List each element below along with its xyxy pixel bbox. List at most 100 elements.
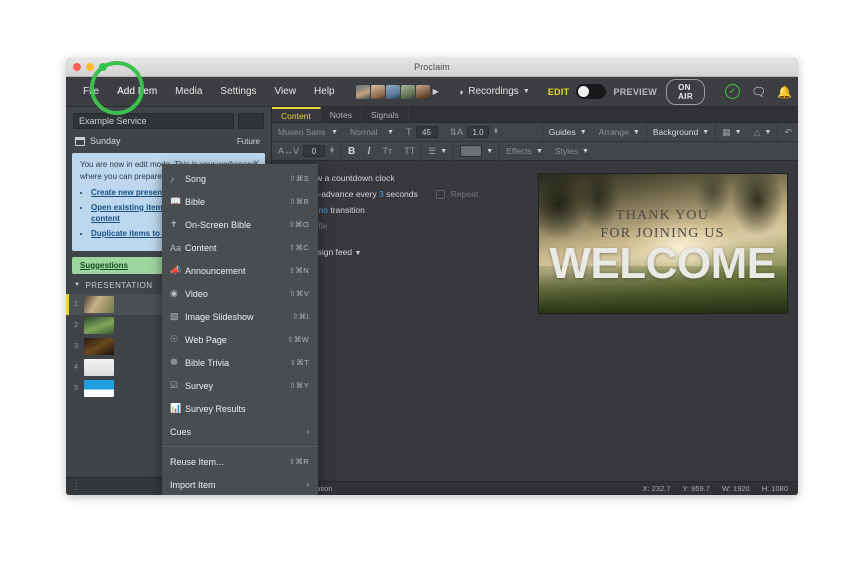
recordings-button[interactable]: ◗ Recordings ▼ xyxy=(451,83,538,100)
chevron-down-icon: ▼ xyxy=(354,250,362,257)
menu-item-cues[interactable]: Cues › xyxy=(162,420,318,443)
font-size-field[interactable]: 45 xyxy=(415,126,438,138)
bell-icon[interactable]: 🔔 xyxy=(777,86,792,98)
option-shuffle[interactable]: Shuffle xyxy=(286,221,527,231)
menubar-right-icons: ✓ 🗨 🔔 ▼ xyxy=(725,84,798,99)
small-caps-button[interactable]: Tᴛ xyxy=(377,142,399,161)
menu-media[interactable]: Media xyxy=(166,82,211,101)
background-button[interactable]: Background ▼ xyxy=(647,123,715,142)
option-countdown-clock[interactable]: ✓ Show a countdown clock xyxy=(286,173,527,183)
option-transition[interactable]: Use no transition xyxy=(286,205,527,215)
menu-file[interactable]: File xyxy=(74,82,108,101)
font-size-group[interactable]: T 45 xyxy=(400,123,444,142)
line-height-stepper[interactable]: ▲ ▼ xyxy=(493,127,499,136)
menu-item-image-slideshow[interactable]: ▧ Image Slideshow ⇧⌘I xyxy=(162,305,318,328)
menu-view[interactable]: View xyxy=(266,82,306,101)
menu-item-label: Import Item xyxy=(170,479,216,490)
menu-item-content[interactable]: Aa Content ⇧⌘C xyxy=(162,236,318,259)
menu-item-bible[interactable]: 📖 Bible ⇧⌘B xyxy=(162,190,318,213)
suggestions-label: Suggestions xyxy=(80,260,129,270)
menu-item-on-screen-bible[interactable]: ✝ On-Screen Bible ⇧⌘O xyxy=(162,213,318,236)
italic-button[interactable]: I xyxy=(361,142,376,161)
avatar[interactable] xyxy=(400,84,415,99)
menu-item-survey-results[interactable]: 📊 Survey Results xyxy=(162,397,318,420)
edit-preview-switch[interactable] xyxy=(576,84,607,99)
resize-grip-icon[interactable]: ⋮ xyxy=(72,481,81,492)
add-image-button[interactable]: △ ▼ xyxy=(748,123,778,142)
menu-item-label: Video xyxy=(185,288,208,299)
font-style-group[interactable]: Normal ▼ xyxy=(344,123,400,142)
menu-item-label: On-Screen Bible xyxy=(185,219,252,230)
menu-item-video[interactable]: ◉ Video ⇧⌘V xyxy=(162,282,318,305)
menu-item-label: Bible xyxy=(185,196,206,207)
align-button[interactable]: ☰ ▼ xyxy=(422,142,453,161)
avatar[interactable] xyxy=(370,84,385,99)
text-color-button[interactable]: ▼ xyxy=(454,142,499,161)
chevron-down-icon: ▼ xyxy=(702,128,710,136)
undo-icon: ↶ xyxy=(784,126,792,137)
menu-add-item[interactable]: Add Item xyxy=(108,82,166,101)
kerning-field[interactable]: 0 xyxy=(303,145,326,157)
menu-item-import-item[interactable]: Import Item › xyxy=(162,473,318,495)
tab-signals[interactable]: Signals xyxy=(362,107,409,122)
checkbox-repeat[interactable] xyxy=(435,189,445,199)
font-family-group[interactable]: Museo Sans ▼ xyxy=(272,123,344,142)
sidebar-secondary-field[interactable] xyxy=(238,113,264,129)
menu-item-survey[interactable]: ☑ Survey ⇧⌘Y xyxy=(162,374,318,397)
slide-thumbnail[interactable] xyxy=(84,295,114,313)
avatars-more-icon[interactable]: ▶ xyxy=(433,87,439,96)
chat-icon[interactable]: 🗨 xyxy=(751,86,766,98)
slide-thumbnail[interactable] xyxy=(84,358,114,376)
edit-preview-toggle-group[interactable]: EDIT PREVIEW xyxy=(548,84,657,99)
menu-item-announcement[interactable]: 📣 Announcement ⇧⌘N xyxy=(162,259,318,282)
kerning-stepper[interactable]: ▲ ▼ xyxy=(329,146,335,155)
send-to-sign-feed-button[interactable]: Send to sign feed ▼ xyxy=(286,247,527,257)
slide-preview[interactable]: THANK YOU FOR JOINING US WELCOME xyxy=(537,173,788,314)
undo-button[interactable]: ↶ xyxy=(778,123,798,142)
service-future-label[interactable]: Future xyxy=(237,137,264,146)
status-ok-icon[interactable]: ✓ xyxy=(725,84,741,99)
menu-item-song[interactable]: ♪ Song ⇧⌘S xyxy=(162,167,318,190)
option-auto-advance[interactable]: Auto-advance every 3 seconds Repeat xyxy=(286,189,527,199)
slide-thumbnail[interactable] xyxy=(84,379,114,397)
slide-text-block[interactable]: THANK YOU FOR JOINING US WELCOME xyxy=(539,207,787,285)
effects-button[interactable]: Effects ▼ xyxy=(500,142,549,161)
avatar[interactable] xyxy=(355,84,370,99)
menu-settings[interactable]: Settings xyxy=(211,82,265,101)
chevron-down-icon: ▼ xyxy=(74,282,81,289)
coord-h: H: 1080 xyxy=(761,484,788,493)
avatar[interactable] xyxy=(385,84,400,99)
add-text-box-button[interactable]: ▦ ▼ xyxy=(716,123,747,142)
menu-help[interactable]: Help xyxy=(305,82,344,101)
tab-content[interactable]: Content xyxy=(272,107,321,122)
menu-item-shortcut: ⇧⌘V xyxy=(289,289,309,298)
menu-item-bible-trivia[interactable]: ☸ Bible Trivia ⇧⌘T xyxy=(162,351,318,374)
line-height-field[interactable]: 1.0 xyxy=(467,126,490,138)
menu-item-label: Survey xyxy=(185,380,214,391)
all-caps-button[interactable]: TT xyxy=(398,142,421,161)
line-height-group[interactable]: ⇅A 1.0 ▲ ▼ xyxy=(444,123,506,142)
slide-number: 4 xyxy=(74,363,78,371)
slide-thumbnail[interactable] xyxy=(84,337,114,355)
avatar[interactable] xyxy=(415,84,430,99)
on-air-button[interactable]: ON AIR xyxy=(666,78,706,105)
video-icon: ◉ xyxy=(170,288,178,298)
service-date-row[interactable]: Sunday Future xyxy=(66,129,271,150)
service-name-field[interactable]: Example Service xyxy=(73,113,234,129)
menubar: File Add Item Media Settings View Help ▶… xyxy=(66,77,798,107)
editor-panel: Content Notes Signals Museo Sans ▼ Norma… xyxy=(272,107,798,495)
mouse-coordinates: X: 232.7 Y: 959.7 W: 1920 H: 1080 xyxy=(642,484,788,493)
tab-notes[interactable]: Notes xyxy=(321,107,362,122)
guides-button[interactable]: Guides ▼ xyxy=(543,123,593,142)
kerning-group[interactable]: A↔V 0 ▲ ▼ xyxy=(272,142,341,161)
slide-thumbnail[interactable] xyxy=(84,316,114,334)
menu-item-web-page[interactable]: ☉ Web Page ⇧⌘W xyxy=(162,328,318,351)
arrange-button[interactable]: Arrange ▼ xyxy=(593,123,646,142)
line-height-icon: ⇅A xyxy=(449,126,464,137)
recordings-label: Recordings xyxy=(468,86,519,97)
menu-item-reuse-item[interactable]: Reuse Item... ⇧⌘R xyxy=(162,450,318,473)
styles-button[interactable]: Styles ▼ xyxy=(549,142,595,161)
team-avatars[interactable]: ▶ xyxy=(355,84,439,99)
menu-item-shortcut: ⇧⌘N xyxy=(288,266,309,275)
bold-button[interactable]: B xyxy=(342,142,361,161)
